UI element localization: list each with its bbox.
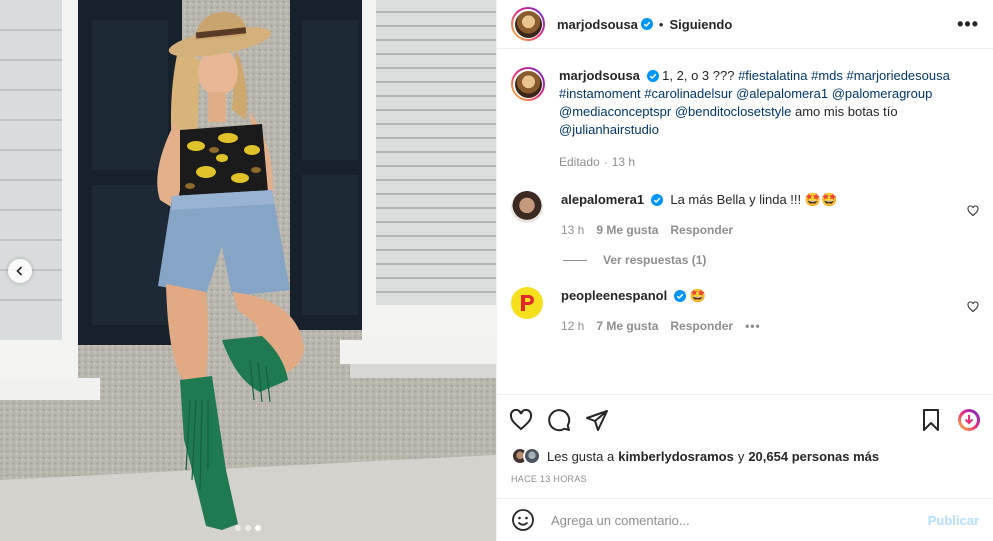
liker-avatars[interactable] (511, 447, 541, 465)
mention-link[interactable]: @mediaconceptspr (559, 104, 671, 119)
carousel-indicator (0, 525, 496, 531)
comment-item: peopleenespanol 🤩 12 h 7 Me gusta Respon… (511, 287, 979, 335)
hashtag-link[interactable]: #marjoriedesousa (847, 68, 950, 83)
comment-input[interactable] (551, 512, 928, 528)
post-timestamp[interactable]: HACE 13 HORAS (497, 468, 993, 498)
caption-avatar[interactable] (511, 67, 545, 101)
caption-text: 1, 2, o 3 ??? (662, 68, 735, 83)
caption-meta: Editado · 13 h (559, 153, 979, 171)
comment-likes[interactable]: 9 Me gusta (596, 221, 658, 239)
caption-time[interactable]: 13 h (612, 153, 635, 171)
post-photo[interactable] (0, 0, 496, 541)
hashtag-link[interactable]: #instamoment (559, 86, 641, 101)
view-replies-button[interactable]: Ver respuestas (1) (563, 253, 979, 267)
caption-username[interactable]: marjodsousa (559, 68, 640, 83)
post-side-panel: marjodsousa • Siguiendo ••• marjodsousa (496, 0, 993, 541)
reply-button[interactable]: Responder (670, 221, 733, 239)
verified-badge-icon (640, 18, 653, 30)
following-button[interactable]: Siguiendo (669, 17, 732, 32)
edited-label: Editado (559, 155, 600, 169)
meta-separator: · (603, 155, 608, 169)
verified-badge-icon (650, 194, 663, 206)
verified-badge-icon (673, 290, 686, 302)
comment-time[interactable]: 13 h (561, 221, 584, 239)
comment-bubble-icon[interactable] (547, 408, 571, 432)
comment-meta: 12 h 7 Me gusta Responder ••• (561, 317, 959, 335)
save-bookmark-icon[interactable] (919, 408, 943, 432)
emoji-smiley-icon[interactable] (511, 508, 535, 532)
people-logo-icon (521, 295, 534, 311)
post-modal: marjodsousa • Siguiendo ••• marjodsousa (0, 0, 993, 541)
author-avatar[interactable] (511, 7, 545, 41)
hashtag-link[interactable]: #fiestalatina (738, 68, 807, 83)
post-header: marjodsousa • Siguiendo ••• (497, 0, 993, 49)
header-separator: • (658, 16, 664, 32)
likes-prefix: Les gusta a (547, 448, 615, 464)
comment-likes[interactable]: 7 Me gusta (596, 317, 658, 335)
caption: marjodsousa 1, 2, o 3 ??? #fiestalatina … (511, 67, 979, 171)
hashtag-link[interactable]: #carolinadelsur (644, 86, 732, 101)
photo-scene (0, 0, 496, 541)
commenter-avatar[interactable] (511, 191, 543, 223)
comments-list: marjodsousa 1, 2, o 3 ??? #fiestalatina … (497, 49, 993, 394)
hashtag-link[interactable]: #mds (811, 68, 843, 83)
mention-link[interactable]: @palomeragroup (832, 86, 933, 101)
carousel-dot-active (255, 525, 261, 531)
add-comment-bar: Publicar (497, 498, 993, 541)
download-extension-icon[interactable] (957, 408, 981, 432)
comment-item: alepalomera1 La más Bella y linda !!! 🤩🤩… (511, 191, 979, 239)
publish-button[interactable]: Publicar (928, 513, 979, 528)
share-paper-plane-icon[interactable] (585, 408, 609, 432)
comment-options-button[interactable]: ••• (745, 317, 761, 335)
comment-emoji: 🤩 (689, 288, 706, 303)
likes-summary: Les gusta a kimberlydosramos y 20,654 pe… (497, 444, 993, 468)
verified-badge-icon (646, 70, 659, 82)
likes-count-link[interactable]: 20,654 personas más (748, 449, 879, 464)
view-replies-label: Ver respuestas (1) (603, 253, 707, 267)
mention-link[interactable]: @julianhairstudio (559, 122, 659, 137)
mention-link[interactable]: @benditoclosetstyle (675, 104, 792, 119)
carousel-dot (245, 525, 251, 531)
commenter-avatar[interactable] (511, 287, 543, 319)
likes-user-link[interactable]: kimberlydosramos (618, 449, 734, 464)
post-options-button[interactable]: ••• (957, 14, 979, 35)
author-username[interactable]: marjodsousa (557, 17, 638, 32)
replies-line (563, 259, 587, 261)
mention-link[interactable]: @alepalomera1 (736, 86, 828, 101)
comment-emoji: 🤩🤩 (804, 192, 838, 207)
chevron-left-icon (16, 266, 23, 276)
like-comment-heart-icon[interactable] (967, 205, 979, 217)
comment-meta: 13 h 9 Me gusta Responder (561, 221, 959, 239)
comment-text: La más Bella y linda !!! (670, 192, 802, 207)
carousel-dot (235, 525, 241, 531)
likes-connector: y (737, 448, 745, 464)
carousel-prev-button[interactable] (8, 259, 32, 283)
reply-button[interactable]: Responder (670, 317, 733, 335)
like-comment-heart-icon[interactable] (967, 301, 979, 313)
comment-username[interactable]: alepalomera1 (561, 192, 644, 207)
caption-text-tail: amo mis botas tío (795, 104, 898, 119)
comment-username[interactable]: peopleenespanol (561, 288, 667, 303)
like-heart-icon[interactable] (509, 408, 533, 432)
post-actions (497, 394, 993, 444)
comment-time[interactable]: 12 h (561, 317, 584, 335)
liker-avatar (523, 447, 541, 465)
